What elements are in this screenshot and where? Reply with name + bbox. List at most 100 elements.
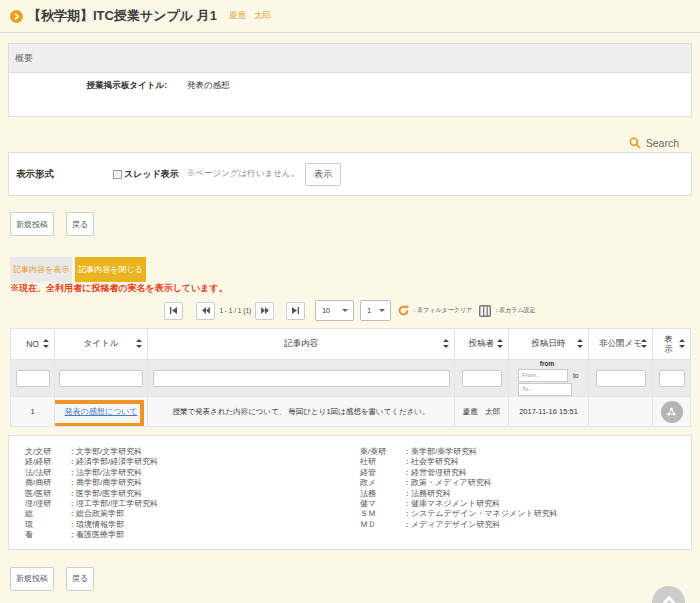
- legend-abbr: 看: [25, 530, 68, 540]
- legend-name: ：総合政策学部: [68, 509, 124, 519]
- col-header-date[interactable]: 投稿日時: [509, 329, 589, 360]
- sort-icon[interactable]: [577, 339, 583, 348]
- col-header-show[interactable]: 表示: [653, 329, 691, 360]
- legend-abbr: 健マ: [360, 499, 403, 509]
- search-row: Search: [0, 117, 700, 152]
- show-filter-input[interactable]: [659, 370, 685, 387]
- caret-down-icon: [342, 309, 348, 312]
- legend-abbr: 医/医研: [25, 489, 68, 499]
- col-header-no[interactable]: NO: [11, 329, 55, 360]
- legend-item: 法務：法務研究科: [360, 489, 691, 499]
- search-link[interactable]: Search: [646, 137, 679, 149]
- col-header-memo[interactable]: 非公開メモ: [589, 329, 653, 360]
- page-title: 【秋学期】ITC授業サンプル 月1: [28, 7, 217, 25]
- first-page-button[interactable]: [164, 302, 183, 320]
- last-page-button[interactable]: [286, 302, 305, 320]
- thread-display-label: スレッド表示: [124, 168, 179, 181]
- legend-abbr: 商/商研: [25, 478, 68, 488]
- sort-icon[interactable]: [679, 339, 685, 348]
- legend-item: 薬/薬研：薬学部/薬学研究科: [360, 447, 691, 457]
- page-size-value: 10: [322, 307, 330, 314]
- col-label: NO: [26, 339, 39, 349]
- date-from-input[interactable]: [518, 369, 568, 382]
- prev-page-button[interactable]: [196, 302, 215, 320]
- search-icon[interactable]: [629, 137, 641, 149]
- tab-close-content[interactable]: 記事内容を閉じる: [75, 257, 146, 282]
- date-to-input[interactable]: [518, 383, 572, 396]
- legend-item: 政メ：政策・メディア研究科: [360, 478, 691, 488]
- bottom-actions: 新規投稿 戻る: [10, 567, 690, 591]
- cell-date: 2017-11-16 15:51: [509, 397, 589, 427]
- cell-content: 授業で発表された内容について、 毎回ひとり1回は感想を書いてください。: [148, 397, 455, 427]
- legend-item: 理/理研：理工学部/理工学研究科: [25, 499, 360, 509]
- user-link-given[interactable]: 太郎: [254, 10, 271, 22]
- column-config-icon[interactable]: [479, 305, 491, 317]
- bullet-icon: [10, 10, 23, 23]
- refresh-icon[interactable]: [398, 305, 409, 316]
- chevron-up-icon: [661, 595, 677, 603]
- legend-name: ：メディアデザイン研究科: [403, 520, 501, 530]
- back-button-bottom[interactable]: 戻る: [66, 567, 94, 591]
- column-config-tool: ：表カラム設定: [479, 305, 535, 317]
- date-filter-from-label: from: [518, 360, 576, 367]
- row-action-button[interactable]: [661, 401, 683, 423]
- legend-name: ：政策・メディア研究科: [403, 478, 492, 488]
- no-filter-input[interactable]: [16, 370, 50, 387]
- tab-show-content[interactable]: 記事内容を表示: [10, 257, 72, 282]
- page-range-info: 1 - 1 / 1 (1): [219, 307, 251, 314]
- sort-icon[interactable]: [443, 339, 449, 348]
- paging-note: ※ページングは行いません。: [187, 168, 299, 180]
- legend-abbr: 総: [25, 509, 68, 519]
- title-filter-input[interactable]: [59, 370, 143, 387]
- page-size-select[interactable]: 10: [315, 300, 354, 321]
- legend-abbr: 文/文研: [25, 447, 68, 457]
- sort-icon[interactable]: [43, 339, 49, 348]
- cell-action: [653, 397, 691, 427]
- col-header-content[interactable]: 記事内容: [148, 329, 455, 360]
- cell-memo: [589, 397, 653, 427]
- table-header-row: NO タイトル 記事内容 投稿者 投稿日時 非公開メモ 表示: [11, 329, 691, 360]
- next-page-button[interactable]: [255, 302, 274, 320]
- legend-item: 環：環境情報学部: [25, 520, 360, 530]
- new-post-button[interactable]: 新規投稿: [10, 212, 54, 236]
- table-row: 1 発表の感想について 授業で発表された内容について、 毎回ひとり1回は感想を書…: [11, 397, 691, 427]
- post-title-link[interactable]: 発表の感想について: [65, 407, 138, 416]
- sort-icon[interactable]: [136, 339, 142, 348]
- legend-name: ：理工学部/理工学研究科: [68, 499, 158, 509]
- cell-author: 慶應 太郎: [455, 397, 509, 427]
- col-header-author[interactable]: 投稿者: [455, 329, 509, 360]
- skip-last-icon: [292, 307, 299, 314]
- display-format-label: 表示形式: [16, 168, 54, 181]
- back-button[interactable]: 戻る: [66, 212, 94, 236]
- overview-card: 概要 授業掲示板タイトル:発表の感想: [8, 43, 692, 117]
- legend-abbr: 政メ: [360, 478, 403, 488]
- legend-item: 商/商研：商学部/商学研究科: [25, 478, 360, 488]
- legend-item: 社研：社会学研究科: [360, 457, 691, 467]
- col-header-title[interactable]: タイトル: [55, 329, 148, 360]
- legend-name: ：システムデザイン・マネジメント研究科: [403, 509, 558, 519]
- content-filter-input[interactable]: [153, 370, 450, 387]
- legend-item: 総：総合政策学部: [25, 509, 360, 519]
- user-link-family[interactable]: 慶應: [229, 10, 246, 22]
- table-filter-row: from to: [11, 360, 691, 397]
- column-config-label: ：表カラム設定: [493, 306, 535, 315]
- memo-filter-input[interactable]: [596, 370, 646, 387]
- col-label: 非公開メモ: [599, 338, 642, 348]
- legend-abbr: 法務: [360, 489, 403, 499]
- display-button[interactable]: 表示: [305, 163, 341, 186]
- sort-icon[interactable]: [641, 339, 647, 348]
- col-label: 表示: [664, 334, 674, 354]
- thread-display-checkbox[interactable]: [113, 170, 122, 179]
- board-title-value: 発表の感想: [187, 80, 230, 90]
- legend-item: 法/法研：法学部/法学研究科: [25, 468, 360, 478]
- posts-table: NO タイトル 記事内容 投稿者 投稿日時 非公開メモ 表示 from to 1…: [10, 328, 691, 427]
- sort-icon[interactable]: [497, 339, 503, 348]
- legend-name: ：経営管理研究科: [403, 468, 467, 478]
- author-filter-input[interactable]: [462, 370, 502, 387]
- new-post-button-bottom[interactable]: 新規投稿: [10, 567, 54, 591]
- legend-abbr: 法/法研: [25, 468, 68, 478]
- col-label: 投稿者: [469, 338, 495, 348]
- page-number-select[interactable]: 1: [360, 300, 391, 321]
- pagination: 1 - 1 / 1 (1) 10 1 ：表フィルタークリア ：表カラム設定: [0, 300, 700, 321]
- legend-abbr: 環: [25, 520, 68, 530]
